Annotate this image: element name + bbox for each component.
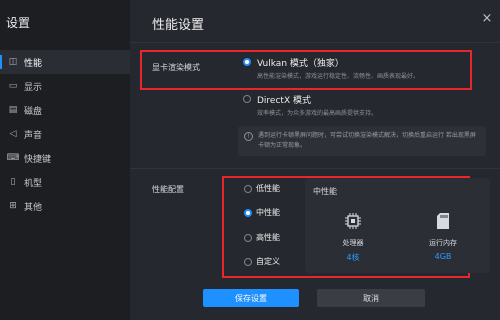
sidebar-item-label: 性能 — [24, 58, 43, 69]
performance-detail-card: 中性能 处理器 4核 运行内存 4GB — [305, 178, 490, 273]
sidebar-item-other[interactable]: ⊞ 其他 — [0, 194, 130, 218]
sidebar-item-label: 磁盘 — [24, 106, 43, 117]
divider — [130, 42, 500, 43]
sidebar-item-label: 机型 — [24, 178, 43, 189]
spec-memory: 运行内存 4GB — [413, 212, 473, 261]
sidebar-item-label: 声音 — [24, 130, 43, 141]
cancel-button[interactable]: 取消 — [317, 289, 425, 307]
sidebar-item-display[interactable]: ▭ 显示 — [0, 74, 130, 98]
option-directx-desc: 效率模式，为众多游戏的最高画质提供支持。 — [257, 110, 378, 117]
notice-text: 遇到运行卡顿黑屏问题时，可尝试切换渲染模式解决，切换后重启运行 若出现黑屏卡顿为… — [258, 132, 476, 149]
sidebar-item-shortcuts[interactable]: ⌨ 快捷键 — [0, 146, 130, 170]
sidebar-item-label: 显示 — [24, 82, 43, 93]
option-custom-performance[interactable]: 自定义 — [256, 256, 280, 267]
gauge-icon: ◫ — [8, 57, 18, 67]
notice-box: ! 遇到运行卡顿黑屏问题时，可尝试切换渲染模式解决，切换后重启运行 若出现黑屏卡… — [238, 126, 486, 156]
close-icon[interactable]: × — [480, 12, 494, 26]
speaker-icon: ◁ — [9, 129, 17, 139]
disk-icon: ▤ — [8, 105, 18, 115]
option-vulkan-label[interactable]: Vulkan 模式（独家） — [257, 56, 344, 69]
page-title: 性能设置 — [152, 18, 205, 33]
render-mode-label: 显卡渲染模式 — [152, 63, 200, 72]
spec-cpu-value: 4核 — [346, 253, 360, 262]
option-low-performance[interactable]: 低性能 — [256, 183, 280, 194]
cpu-icon — [345, 213, 361, 229]
phone-icon: ▯ — [10, 177, 16, 187]
option-high-performance[interactable]: 高性能 — [256, 232, 280, 243]
info-icon: ! — [244, 132, 253, 141]
keyboard-icon: ⌨ — [6, 153, 20, 163]
sidebar-item-device-model[interactable]: ▯ 机型 — [0, 170, 130, 194]
radio-vulkan[interactable] — [243, 58, 251, 66]
grid-icon: ⊞ — [9, 201, 17, 211]
app-title: 设置 — [6, 16, 31, 30]
spec-cpu-label: 处理器 — [342, 239, 364, 247]
option-directx-label[interactable]: DirectX 模式 — [257, 93, 311, 106]
monitor-icon: ▭ — [8, 81, 18, 91]
sidebar-item-label: 其他 — [24, 202, 43, 213]
radio-custom-performance[interactable] — [244, 258, 252, 266]
sidebar-item-sound[interactable]: ◁ 声音 — [0, 122, 130, 146]
divider — [130, 168, 500, 169]
option-mid-performance[interactable]: 中性能 — [256, 207, 280, 218]
radio-directx[interactable] — [243, 95, 251, 103]
sidebar-item-performance[interactable]: ◫ 性能 — [0, 50, 130, 74]
spec-memory-label: 运行内存 — [429, 239, 457, 247]
card-title: 中性能 — [313, 187, 337, 196]
spec-memory-value: 4GB — [434, 252, 452, 261]
sidebar-item-label: 快捷键 — [24, 154, 52, 165]
memory-card-icon — [437, 213, 449, 229]
radio-high-performance[interactable] — [244, 234, 252, 242]
save-button[interactable]: 保存设置 — [203, 289, 299, 307]
main-panel: 性能设置 × 显卡渲染模式 Vulkan 模式（独家） 高性能渲染模式，游戏运行… — [130, 0, 500, 320]
radio-mid-performance[interactable] — [244, 209, 252, 217]
spec-cpu: 处理器 4核 — [333, 212, 373, 263]
sidebar-item-disk[interactable]: ▤ 磁盘 — [0, 98, 130, 122]
performance-label: 性能配置 — [152, 185, 184, 194]
radio-low-performance[interactable] — [244, 185, 252, 193]
option-vulkan-desc: 高性能渲染模式，游戏运行稳定性、流畅性、画质表现最好。 — [257, 73, 420, 80]
sidebar: 设置 ◫ 性能 ▭ 显示 ▤ 磁盘 ◁ 声音 ⌨ 快捷键 ▯ 机型 ⊞ 其他 — [0, 0, 130, 320]
sidebar-nav: ◫ 性能 ▭ 显示 ▤ 磁盘 ◁ 声音 ⌨ 快捷键 ▯ 机型 ⊞ 其他 — [0, 50, 130, 218]
